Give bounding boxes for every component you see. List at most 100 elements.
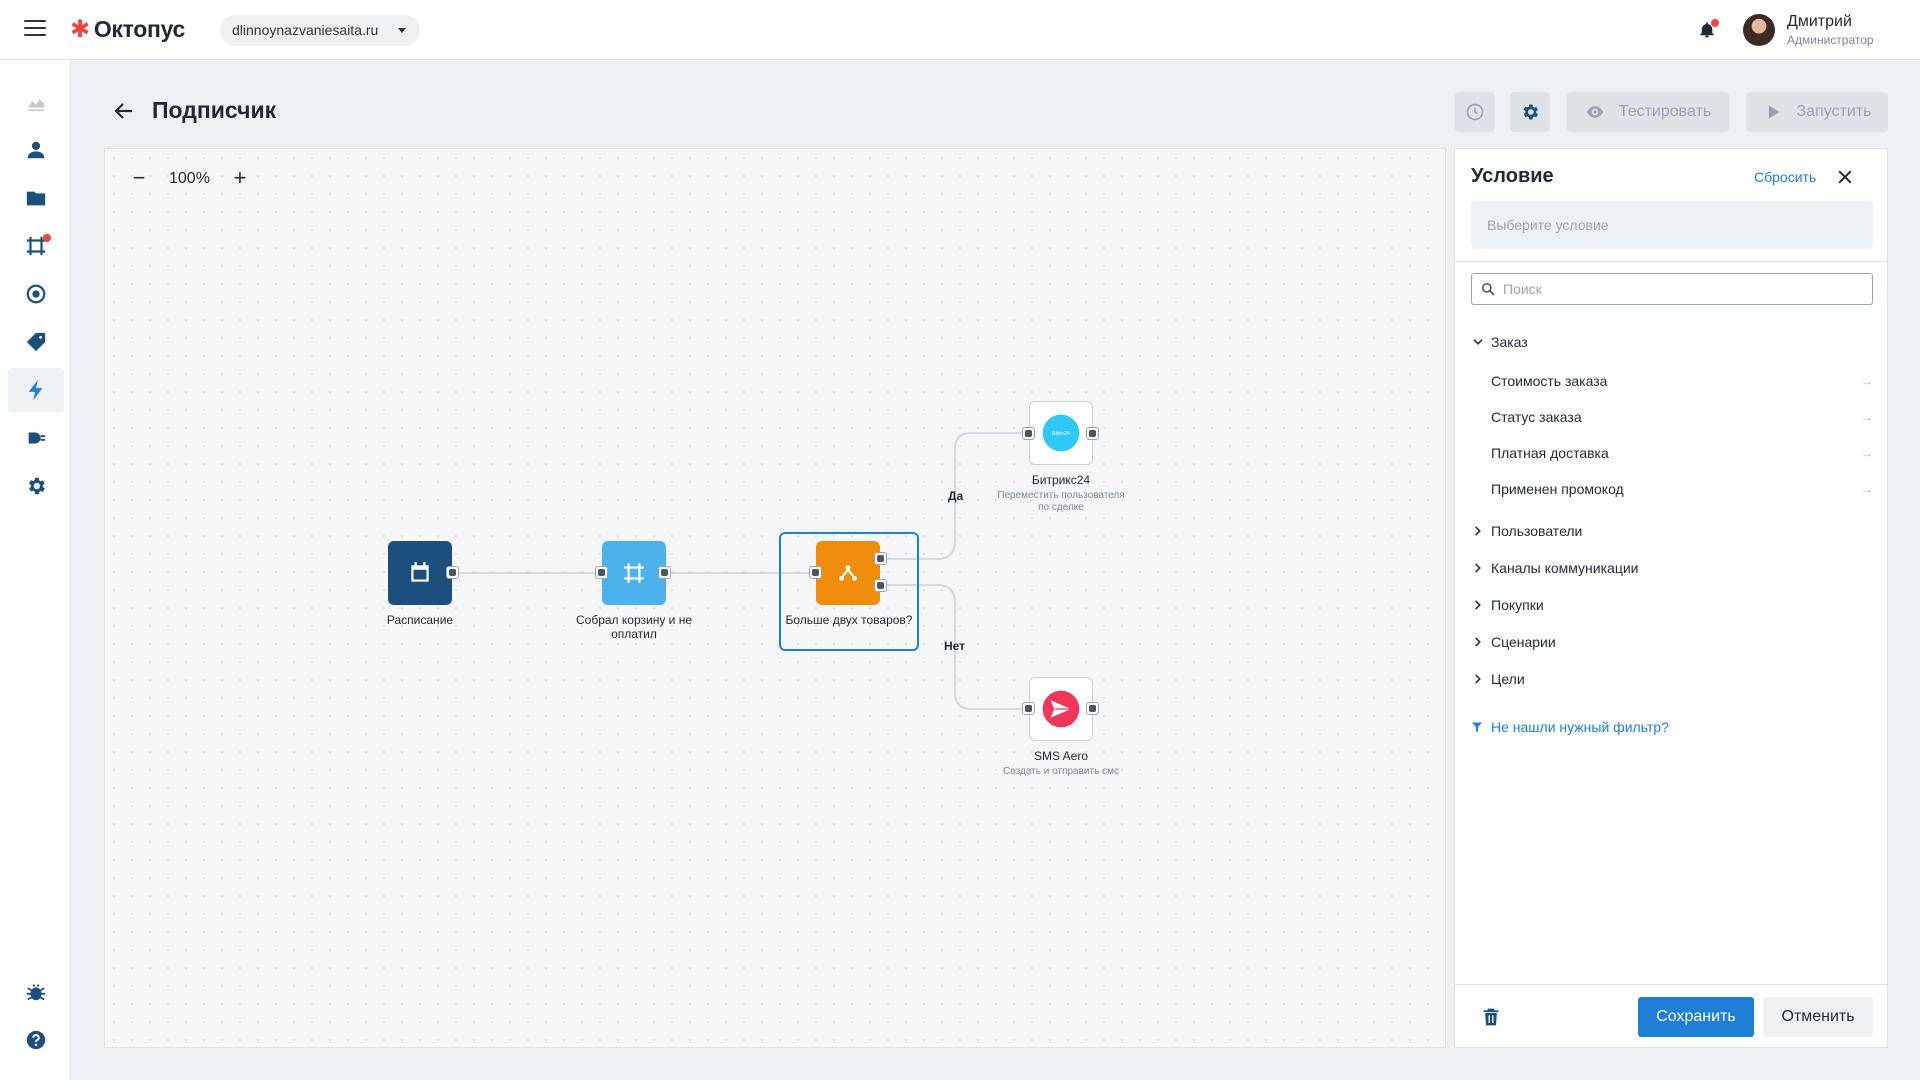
back-arrow-icon[interactable] <box>112 99 136 123</box>
avatar[interactable] <box>1743 14 1775 46</box>
branch-icon <box>839 565 857 581</box>
search-placeholder: Поиск <box>1503 281 1542 297</box>
tree-group-label: Каналы коммуникации <box>1491 560 1639 576</box>
tree-group-order[interactable]: Заказ <box>1471 331 1528 353</box>
node-sublabel: Создать и отправить смс <box>1003 766 1119 777</box>
condition-select[interactable]: Выберите условие <box>1471 201 1873 249</box>
missing-filter-text: Не нашли нужный фильтр? <box>1491 719 1669 735</box>
target-icon <box>26 284 46 304</box>
bug-icon <box>26 984 46 1001</box>
calendar-icon <box>411 562 429 582</box>
chevron-right-icon <box>1475 637 1481 647</box>
arrow-right-icon: → <box>1861 482 1873 496</box>
tree-group-users[interactable]: Пользователи <box>1471 520 1582 542</box>
help-icon <box>26 1030 46 1050</box>
port-in[interactable] <box>1022 702 1035 715</box>
plug-icon <box>28 432 46 444</box>
search-input[interactable]: Поиск <box>1471 273 1873 305</box>
port-in[interactable] <box>809 566 822 579</box>
tree-group-label: Сценарии <box>1491 634 1556 650</box>
menu-icon[interactable] <box>24 20 46 38</box>
octopus-logo-icon: ✱ <box>70 15 90 43</box>
sidebar <box>0 60 71 1080</box>
sidebar-item-goals[interactable] <box>8 272 64 316</box>
node-condition[interactable] <box>816 541 880 605</box>
divider <box>1455 261 1887 262</box>
run-button[interactable]: Запустить <box>1746 92 1888 132</box>
logo[interactable]: ✱ Октопус <box>70 16 185 43</box>
user-name[interactable]: Дмитрий <box>1787 13 1852 31</box>
tree-item-label: Платная доставка <box>1491 445 1609 461</box>
node-bitrix24[interactable]: Bitrix24 <box>1029 401 1093 465</box>
connections <box>459 432 1026 710</box>
tree-group-scenarios[interactable]: Сценарии <box>1471 631 1556 653</box>
tree-group-label: Покупки <box>1491 597 1544 613</box>
missing-filter-link[interactable]: Не нашли нужный фильтр? <box>1471 719 1669 735</box>
sidebar-item-segments[interactable] <box>8 224 64 268</box>
tree-item-order-status[interactable]: Статус заказа → <box>1491 406 1873 428</box>
port-in[interactable] <box>1022 427 1035 440</box>
scenario-canvas[interactable]: − 100% + Расписание Собрал корзину и не … <box>104 148 1446 1048</box>
sidebar-item-help[interactable] <box>8 1018 64 1062</box>
test-button[interactable]: Тестировать <box>1567 92 1729 132</box>
run-button-label: Запустить <box>1796 103 1872 120</box>
test-button-label: Тестировать <box>1618 103 1712 120</box>
port-out[interactable] <box>1086 427 1099 440</box>
node-schedule[interactable] <box>388 541 452 605</box>
edge-label-no: Нет <box>944 639 966 653</box>
tree-group-channels[interactable]: Каналы коммуникации <box>1471 557 1639 579</box>
save-button[interactable]: Сохранить <box>1638 997 1754 1037</box>
port-out[interactable] <box>446 566 459 579</box>
trash-icon[interactable] <box>1481 1006 1501 1028</box>
site-selector[interactable]: dlinnoynazvaniesaita.ru <box>220 15 421 46</box>
tree-item-label: Применен промокод <box>1491 481 1624 497</box>
play-icon <box>1768 105 1780 119</box>
notifications-button[interactable] <box>1698 19 1719 40</box>
tree-group-label: Пользователи <box>1491 523 1583 539</box>
condition-panel: Условие Сбросить Выберите условие Поиск … <box>1454 148 1888 1048</box>
page-title: Подписчик <box>152 97 277 123</box>
sidebar-item-debug[interactable] <box>8 970 64 1014</box>
gear-icon <box>1523 104 1538 120</box>
sidebar-item-settings[interactable] <box>8 464 64 508</box>
port-out-yes[interactable] <box>874 552 887 565</box>
sidebar-item-analytics[interactable] <box>8 80 64 124</box>
port-in[interactable] <box>595 566 608 579</box>
sidebar-item-contacts[interactable] <box>8 128 64 172</box>
node-sms-aero[interactable] <box>1029 677 1093 741</box>
arrow-right-icon: → <box>1861 410 1873 424</box>
panel-title: Условие <box>1471 165 1554 187</box>
gear-icon <box>29 477 45 495</box>
reset-button[interactable]: Сбросить <box>1754 169 1816 185</box>
history-button[interactable] <box>1455 92 1495 132</box>
tree-group-goals[interactable]: Цели <box>1471 668 1525 690</box>
sidebar-item-scenarios[interactable] <box>8 368 64 412</box>
port-out[interactable] <box>1086 702 1099 715</box>
tree-group-purchases[interactable]: Покупки <box>1471 594 1544 616</box>
sidebar-item-files[interactable] <box>8 176 64 220</box>
notification-badge <box>1711 19 1719 27</box>
cancel-button[interactable]: Отменить <box>1763 997 1873 1037</box>
bitrix-icon: Bitrix24 <box>1042 414 1080 452</box>
tree-group-label: Цели <box>1491 671 1525 687</box>
site-name: dlinnoynazvaniesaita.ru <box>232 22 379 38</box>
settings-button[interactable] <box>1510 92 1550 132</box>
sidebar-item-tags[interactable] <box>8 320 64 364</box>
sidebar-item-integrations[interactable] <box>8 416 64 460</box>
tree-item-order-cost[interactable]: Стоимость заказа → <box>1491 370 1873 392</box>
port-out[interactable] <box>658 566 671 579</box>
bitrix-icon-text: Bitrix24 <box>1052 431 1070 437</box>
tree-group-label: Заказ <box>1491 334 1528 350</box>
port-out-no[interactable] <box>874 579 887 592</box>
notification-badge <box>43 234 51 242</box>
tree-item-paid-delivery[interactable]: Платная доставка → <box>1491 442 1873 464</box>
close-icon[interactable] <box>1835 167 1855 187</box>
node-abandoned-cart[interactable] <box>602 541 666 605</box>
user-icon <box>27 141 45 159</box>
logo-text: Октопус <box>93 16 186 42</box>
tree-item-promo-applied[interactable]: Применен промокод → <box>1491 478 1873 500</box>
search-icon <box>1481 282 1495 296</box>
arrow-right-icon: → <box>1861 446 1873 460</box>
clock-icon <box>1466 103 1484 121</box>
lightning-icon <box>28 379 43 401</box>
